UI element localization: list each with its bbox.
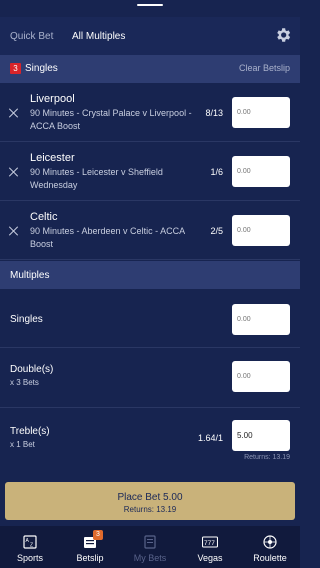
bet-row: Liverpool 90 Minutes - Crystal Palace v …	[0, 84, 300, 142]
gear-icon[interactable]	[274, 26, 292, 44]
betslip-topbar: Quick Bet All Multiples	[0, 17, 300, 55]
nav-item-my-bets[interactable]: My Bets	[120, 526, 180, 568]
multiple-row-singles: Singles	[0, 290, 300, 348]
bet-selection: Celtic	[30, 211, 58, 223]
multiple-row-trebles: Treble(s) x 1 Bet 1.64/1 Returns: 13.19	[0, 409, 300, 467]
nav-item-betslip[interactable]: 3 Betslip	[60, 526, 120, 568]
nav-label: Vegas	[197, 553, 223, 563]
place-bet-button[interactable]: Place Bet 5.00 Returns: 13.19	[5, 482, 295, 520]
bet-market: 90 Minutes - Aberdeen v Celtic - ACCA Bo…	[30, 226, 185, 249]
stake-input[interactable]	[232, 304, 290, 335]
stake-input[interactable]	[232, 97, 290, 128]
singles-header: 3 Singles Clear Betslip	[0, 55, 300, 83]
stake-input[interactable]	[232, 361, 290, 392]
bet-odds: 8/13	[205, 108, 223, 118]
bet-selection: Liverpool	[30, 93, 75, 105]
multiple-row-doubles: Double(s) x 3 Bets	[0, 349, 300, 408]
stake-input[interactable]	[232, 156, 290, 187]
bottom-nav: A Z Sports 3 Betslip My Bets 777 Vegas R…	[0, 526, 300, 568]
singles-title: Singles	[25, 63, 58, 74]
bet-row: Celtic 90 Minutes - Aberdeen v Celtic - …	[0, 202, 300, 260]
roulette-icon	[263, 535, 277, 549]
multiples-title: Multiples	[10, 270, 50, 281]
close-icon[interactable]	[9, 226, 19, 236]
bet-odds: 1/6	[210, 167, 223, 177]
multiple-name: Double(s)	[10, 364, 54, 375]
tab-quick-bet[interactable]: Quick Bet	[10, 31, 53, 42]
bet-odds: 2/5	[210, 226, 223, 236]
multiples-header: Multiples	[0, 261, 300, 289]
close-icon[interactable]	[9, 167, 19, 177]
svg-text:777: 777	[204, 540, 215, 547]
tab-all-multiples[interactable]: All Multiples	[72, 31, 125, 42]
bet-row: Leicester 90 Minutes - Leicester v Sheff…	[0, 143, 300, 201]
bet-selection: Leicester	[30, 152, 75, 164]
multiple-bet-count: x 1 Bet	[10, 440, 35, 449]
svg-text:Z: Z	[30, 543, 33, 549]
close-icon[interactable]	[9, 108, 19, 118]
clear-betslip-link[interactable]: Clear Betslip	[239, 63, 290, 73]
place-bet-label: Place Bet 5.00	[117, 492, 183, 503]
nav-label: Sports	[16, 553, 43, 563]
multiple-odds: 1.64/1	[197, 433, 223, 443]
nav-item-vegas[interactable]: 777 Vegas	[180, 526, 240, 568]
stake-input[interactable]	[232, 215, 290, 246]
singles-count-badge: 3	[10, 63, 21, 74]
multiple-name: Singles	[10, 314, 43, 325]
nav-label: My Bets	[133, 553, 167, 563]
betslip-count-badge: 3	[93, 530, 103, 540]
stake-input[interactable]	[232, 420, 290, 451]
nav-item-roulette[interactable]: Roulette	[240, 526, 300, 568]
svg-text:A: A	[26, 538, 30, 544]
nav-label: Betslip	[76, 553, 104, 563]
nav-item-sports[interactable]: A Z Sports	[0, 526, 60, 568]
az-sports-icon: A Z	[23, 535, 37, 549]
place-bet-returns: Returns: 13.19	[123, 505, 177, 514]
nav-label: Roulette	[253, 553, 287, 563]
multiple-name: Treble(s)	[10, 426, 50, 437]
multiple-returns: Returns: 13.19	[244, 454, 290, 461]
slot-machine-icon: 777	[202, 536, 218, 548]
my-bets-icon	[144, 535, 156, 549]
bet-market: 90 Minutes - Crystal Palace v Liverpool …	[30, 108, 192, 131]
drag-handle[interactable]	[137, 4, 163, 6]
bet-market: 90 Minutes - Leicester v Sheffield Wedne…	[30, 167, 163, 190]
multiple-bet-count: x 3 Bets	[10, 378, 39, 387]
